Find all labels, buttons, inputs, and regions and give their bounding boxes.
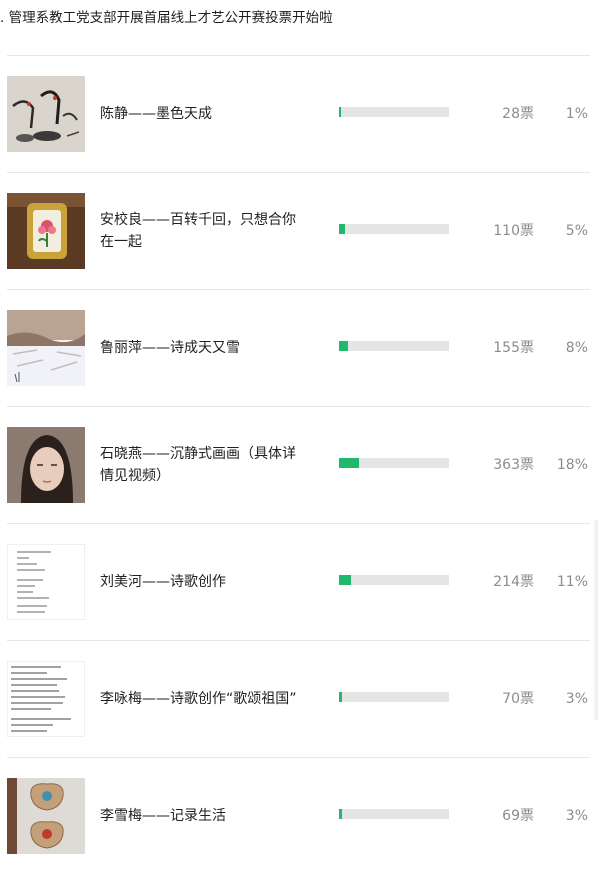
vote-entry[interactable]: 石晓燕——沉静式画画（具体详情见视频） 363票 18% [7, 406, 590, 523]
vote-percent: 3% [565, 808, 588, 824]
vote-percent: 1% [565, 106, 588, 122]
portrait-thumbnail[interactable] [7, 427, 85, 503]
vote-entry[interactable]: 李雪梅——记录生活 69票 3% [7, 757, 590, 874]
vote-entry[interactable]: 陈静——墨色天成 28票 1% [7, 55, 590, 172]
vote-list: 陈静——墨色天成 28票 1% 安校良——百转千回，只想合你在一起 110票 5… [7, 55, 590, 874]
poem-text-thumbnail[interactable] [7, 544, 85, 620]
vote-percent: 8% [565, 340, 588, 356]
entry-name: 陈静——墨色天成 [100, 106, 212, 122]
vote-progress-fill [339, 809, 343, 819]
vote-count: 363票 [493, 457, 534, 473]
vote-count: 28票 [502, 106, 534, 122]
vote-count: 214票 [493, 574, 534, 590]
ornament-photo-thumbnail[interactable] [7, 778, 85, 854]
entry-name: 李雪梅——记录生活 [100, 808, 226, 824]
vote-progress-fill [339, 575, 352, 585]
page-title: . 管理系教工党支部开展首届线上才艺公开赛投票开始啦 [0, 10, 333, 26]
vote-entry[interactable]: 安校良——百转千回，只想合你在一起 110票 5% [7, 172, 590, 289]
handwritten-poem-thumbnail[interactable] [7, 661, 85, 737]
vote-progress-fill [339, 107, 341, 117]
entry-name: 李咏梅——诗歌创作“歌颂祖国” [100, 691, 297, 707]
vote-count: 155票 [493, 340, 534, 356]
vote-count: 110票 [493, 223, 534, 239]
vote-progress-fill [339, 458, 359, 468]
entry-name: 石晓燕——沉静式画画（具体详情见视频） [100, 446, 296, 484]
vote-progress-bar [339, 107, 449, 117]
entry-name: 鲁丽萍——诗成天又雪 [100, 340, 240, 356]
vote-percent: 3% [565, 691, 588, 707]
vote-progress-fill [339, 341, 348, 351]
vote-count: 69票 [502, 808, 534, 824]
vote-entry[interactable]: 鲁丽萍——诗成天又雪 155票 8% [7, 289, 590, 406]
vote-count: 70票 [502, 691, 534, 707]
vote-progress-fill [339, 692, 343, 702]
vote-progress-bar [339, 809, 449, 819]
vote-percent: 18% [556, 457, 588, 473]
entry-name: 安校良——百转千回，只想合你在一起 [100, 212, 296, 250]
vote-progress-bar [339, 575, 449, 585]
vote-percent: 5% [565, 223, 588, 239]
vote-entry[interactable]: 刘美河——诗歌创作 214票 11% [7, 523, 590, 640]
vote-progress-bar [339, 692, 449, 702]
vote-progress-fill [339, 224, 345, 234]
vote-entry[interactable]: 李咏梅——诗歌创作“歌颂祖国” 70票 3% [7, 640, 590, 757]
entry-name: 刘美河——诗歌创作 [100, 574, 226, 590]
vote-progress-bar [339, 341, 449, 351]
vote-percent: 11% [556, 574, 588, 590]
vote-progress-bar [339, 224, 449, 234]
ink-painting-thumbnail[interactable] [7, 76, 85, 152]
scroll-edge-shadow [592, 520, 598, 720]
snow-landscape-thumbnail[interactable] [7, 310, 85, 386]
framed-flower-thumbnail[interactable] [7, 193, 85, 269]
vote-progress-bar [339, 458, 449, 468]
